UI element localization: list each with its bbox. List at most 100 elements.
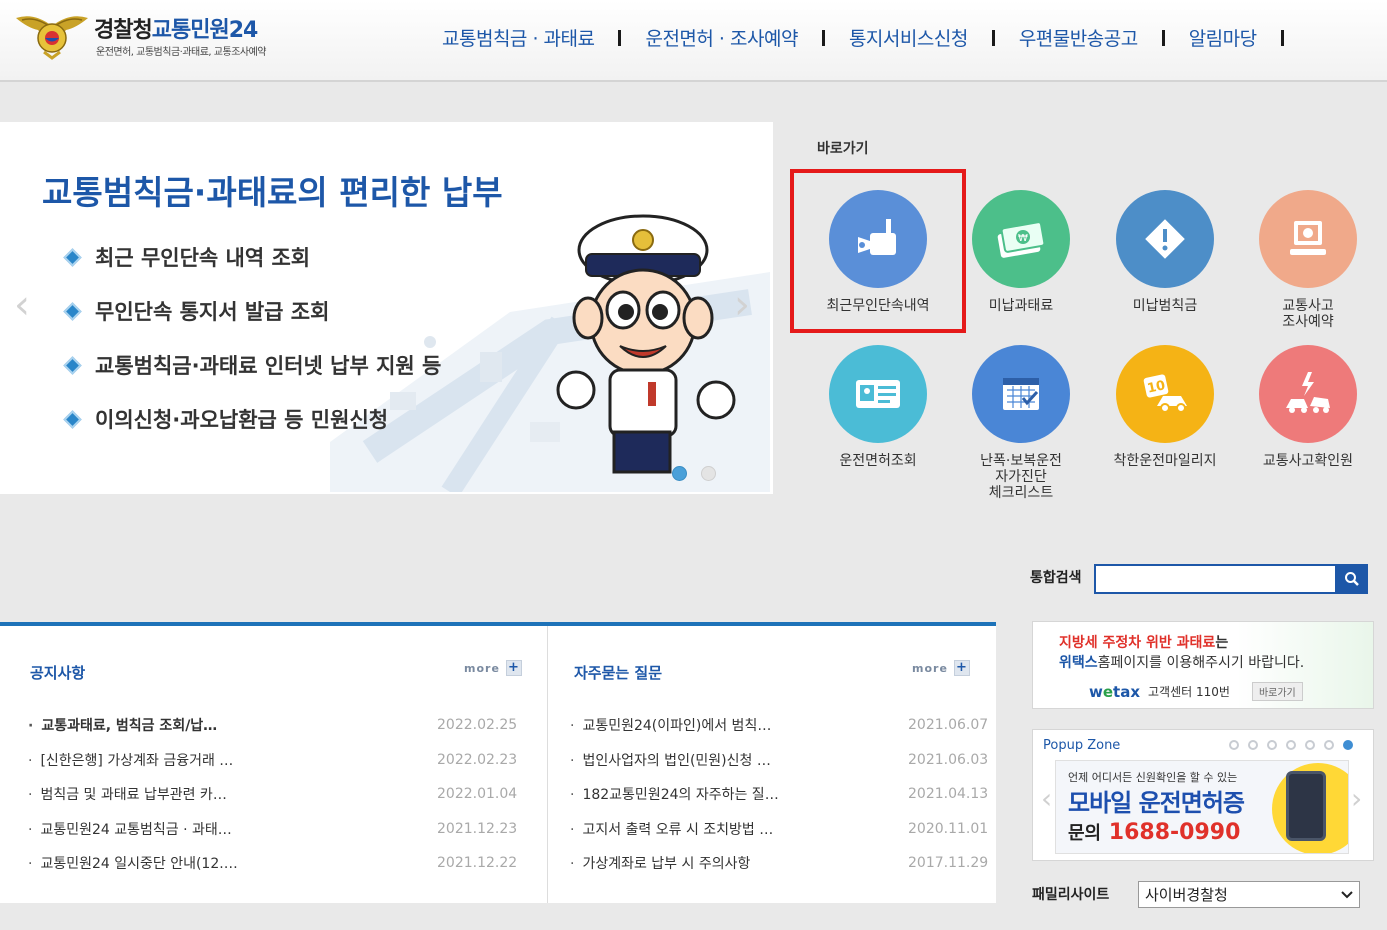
popup-page-dot[interactable] xyxy=(1305,740,1315,750)
faq-row[interactable]: 교통민원24(이파인)에서 범칙…2021.06.07 xyxy=(570,708,988,743)
quick-link-reckless-driving-check[interactable]: 난폭·보복운전 자가진단 체크리스트 xyxy=(951,345,1091,501)
quick-link-accident-reservation[interactable]: 교통사고 조사예약 xyxy=(1238,190,1378,330)
diamond-bullet-icon xyxy=(63,247,82,267)
banner-bullet: 교통범칙금·과태료 인터넷 납부 지원 등 xyxy=(62,338,441,392)
diamond-bullet-icon xyxy=(63,409,82,429)
notice-title[interactable]: 공지사항 xyxy=(30,662,85,683)
wetax-go-button[interactable]: 바로가기 xyxy=(1251,682,1303,701)
popup-headline: 모바일 운전면허증 xyxy=(1068,789,1245,817)
id-card-icon xyxy=(856,380,900,408)
nav-license[interactable]: 운전면허 · 조사예약 xyxy=(645,24,798,51)
quick-link-label: 미납범칙금 xyxy=(1132,298,1198,314)
quick-circle xyxy=(1259,190,1357,288)
quick-circle: 10 xyxy=(1116,345,1214,443)
faq-row[interactable]: 고지서 출력 오류 시 조치방법 …2020.11.01 xyxy=(570,812,988,847)
quick-link-accident-certificate[interactable]: 교통사고확인원 xyxy=(1238,345,1378,469)
nav-fines[interactable]: 교통범칙금 · 과태료 xyxy=(442,24,595,51)
site-logo[interactable]: 경찰청교통민원24 운전면허, 교통범칙금·과태료, 교통조사예약 xyxy=(14,8,324,64)
boards-panel: 공지사항 more+ 교통과태료, 범칙금 조회/납…2022.02.25 [신… xyxy=(0,622,996,903)
family-site-label: 패밀리사이트 xyxy=(1032,887,1110,903)
notice-row[interactable]: 교통과태료, 범칙금 조회/납…2022.02.25 xyxy=(28,708,528,743)
highlight-box xyxy=(790,169,966,333)
family-site-select[interactable]: 사이버경찰청 xyxy=(1138,881,1360,908)
notice-row[interactable]: 교통민원24 일시중단 안내(12.…2021.12.22 xyxy=(28,846,528,881)
computer-icon xyxy=(1290,221,1326,255)
quick-circle xyxy=(829,345,927,443)
popup-page-dot[interactable] xyxy=(1267,740,1277,750)
diamond-bullet-icon xyxy=(63,355,82,375)
header: 경찰청교통민원24 운전면허, 교통범칙금·과태료, 교통조사예약 교통범칙금 … xyxy=(0,0,1387,82)
banner-bullet: 최근 무인단속 내역 조회 xyxy=(62,230,441,284)
notice-row[interactable]: [신한은행] 가상계좌 금융거래 …2022.02.23 xyxy=(28,743,528,778)
search-label: 통합검색 xyxy=(1030,570,1082,586)
calendar-check-icon xyxy=(1003,378,1039,410)
banner-prev-button[interactable]: ‹ xyxy=(14,282,30,328)
search-input[interactable] xyxy=(1094,564,1337,594)
popup-page-dot[interactable] xyxy=(1248,740,1258,750)
nav-notice-board[interactable]: 알림마당 xyxy=(1189,24,1257,51)
wetax-center: 고객센터 110번 xyxy=(1148,685,1230,699)
search-button[interactable] xyxy=(1336,564,1368,594)
notice-list: 교통과태료, 범칙금 조회/납…2022.02.25 [신한은행] 가상계좌 금… xyxy=(28,708,528,881)
faq-more-button[interactable]: more + xyxy=(912,660,970,676)
banner-next-button[interactable]: › xyxy=(734,282,750,328)
popup-zone: Popup Zone 언제 어디서든 신원확인을 할 수 있는 모바일 운전면허… xyxy=(1032,729,1374,861)
faq-board: 자주묻는 질문 more+ 교통민원24(이파인)에서 범칙…2021.06.0… xyxy=(548,626,996,903)
notice-row[interactable]: 범칙금 및 과태료 납부관련 카…2022.01.04 xyxy=(28,777,528,812)
quick-link-label: 미납과태료 xyxy=(988,298,1054,314)
money-icon: ₩ xyxy=(997,221,1046,258)
mileage-car-icon: 10 xyxy=(1143,374,1187,413)
police-emblem-icon xyxy=(16,16,88,60)
quick-link-label: 교통사고 조사예약 xyxy=(1282,298,1334,330)
banner-page-dot[interactable] xyxy=(672,466,687,481)
main-banner: 교통범칙금·과태료의 편리한 납부 최근 무인단속 내역 조회 무인단속 통지서… xyxy=(0,122,773,494)
banner-bullet: 무인단속 통지서 발급 조회 xyxy=(62,284,441,338)
nav-separator xyxy=(991,29,995,46)
faq-row[interactable]: 법인사업자의 법인(민원)신청 …2021.06.03 xyxy=(570,743,988,778)
faq-title[interactable]: 자주묻는 질문 xyxy=(574,662,662,683)
main-nav: 교통범칙금 · 과태료 운전면허 · 조사예약 통지서비스신청 우편물반송공고 … xyxy=(442,24,1308,51)
nav-separator xyxy=(1280,29,1284,46)
popup-page-dot[interactable] xyxy=(1229,740,1239,750)
popup-phone-number: 문의 1688-0990 xyxy=(1068,820,1241,845)
popup-page-dot[interactable] xyxy=(1343,740,1353,750)
quick-circle: ₩ xyxy=(972,190,1070,288)
popup-page-dot[interactable] xyxy=(1324,740,1334,750)
popup-page-dot[interactable] xyxy=(1286,740,1296,750)
wetax-footer: wetax 고객센터 110번 바로가기 xyxy=(1089,682,1303,701)
quick-link-good-driving-mileage[interactable]: 10 착한운전마일리지 xyxy=(1095,345,1235,469)
notice-more-button[interactable]: more + xyxy=(464,660,522,676)
nav-separator xyxy=(821,29,825,46)
chevron-down-icon xyxy=(1341,890,1353,898)
car-crash-icon xyxy=(1286,372,1330,413)
quick-link-unpaid-penalties[interactable]: 미납범칙금 xyxy=(1095,190,1235,314)
quick-link-license-inquiry[interactable]: 운전면허조회 xyxy=(808,345,948,469)
popup-prev-button[interactable]: ‹ xyxy=(1041,782,1052,815)
quick-circle xyxy=(972,345,1070,443)
banner-title: 교통범칙금·과태료의 편리한 납부 xyxy=(42,173,503,212)
notice-board: 공지사항 more+ 교통과태료, 범칙금 조회/납…2022.02.25 [신… xyxy=(0,626,548,903)
quick-links-title: 바로가기 xyxy=(817,141,869,157)
wetax-banner[interactable]: 지방세 주정차 위반 과태료는 위택스홈페이지를 이용해주시기 바랍니다. we… xyxy=(1032,621,1374,709)
notice-row[interactable]: 교통민원24 교통범칙금 · 과태…2021.12.23 xyxy=(28,812,528,847)
nav-separator xyxy=(618,29,622,46)
nav-returned-mail[interactable]: 우편물반송공고 xyxy=(1019,24,1138,51)
search-icon xyxy=(1345,572,1359,586)
wetax-logo: wetax xyxy=(1089,682,1141,701)
quick-link-unpaid-fines[interactable]: ₩ 미납과태료 xyxy=(951,190,1091,314)
popup-pager xyxy=(1229,740,1353,750)
logo-subtitle: 운전면허, 교통범칙금·과태료, 교통조사예약 xyxy=(96,47,267,58)
phone-icon xyxy=(1286,771,1326,841)
faq-row[interactable]: 182교통민원24의 자주하는 질…2021.04.13 xyxy=(570,777,988,812)
diamond-bullet-icon xyxy=(63,301,82,321)
faq-row[interactable]: 가상계좌로 납부 시 주의사항2017.11.29 xyxy=(570,846,988,881)
mobile-license-banner[interactable]: 언제 어디서든 신원확인을 할 수 있는 모바일 운전면허증 문의 1688-0… xyxy=(1055,760,1349,854)
banner-page-dot[interactable] xyxy=(701,466,716,481)
logo-title: 경찰청교통민원24 xyxy=(94,18,258,43)
banner-pager xyxy=(672,466,716,481)
popup-next-button[interactable]: › xyxy=(1351,782,1362,815)
nav-notification[interactable]: 통지서비스신청 xyxy=(849,24,968,51)
quick-link-label: 착한운전마일리지 xyxy=(1113,453,1217,469)
quick-link-label: 운전면허조회 xyxy=(839,453,917,469)
quick-link-label: 교통사고확인원 xyxy=(1262,453,1354,469)
